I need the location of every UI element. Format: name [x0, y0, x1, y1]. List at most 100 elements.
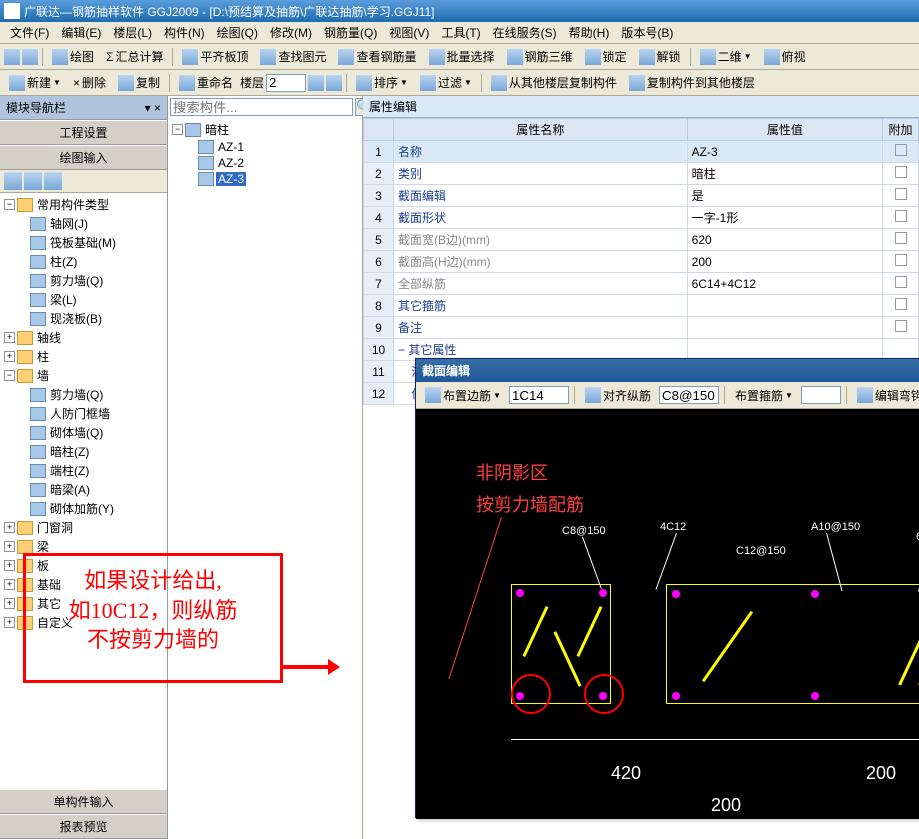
floor-up-icon[interactable]: [308, 75, 324, 91]
masonry-rebar-icon: [30, 502, 46, 516]
menu-draw[interactable]: 绘图(Q): [211, 24, 264, 41]
expand-toggle[interactable]: −: [4, 199, 15, 210]
report-section[interactable]: 报表预览: [0, 814, 167, 839]
attach-checkbox[interactable]: [895, 188, 907, 200]
find-button[interactable]: 查找图元: [255, 47, 331, 67]
copy-to-button[interactable]: 复制构件到其他楼层: [624, 73, 760, 93]
selected-component[interactable]: AZ-3: [216, 172, 246, 186]
leader-line: [826, 533, 842, 591]
summary-button[interactable]: Σ汇总计算: [101, 47, 168, 67]
expand-toggle[interactable]: +: [4, 579, 15, 590]
property-row[interactable]: 7全部纵筋6C14+4C12: [364, 273, 919, 295]
edit-hook-button[interactable]: 编辑弯钩: [852, 385, 919, 405]
expand-toggle[interactable]: +: [4, 617, 15, 628]
raft-icon: [30, 236, 46, 250]
col-attach: 附加: [883, 119, 919, 141]
expand-toggle[interactable]: +: [4, 332, 15, 343]
property-row[interactable]: 5截面宽(B边)(mm)620: [364, 229, 919, 251]
menu-online[interactable]: 在线服务(S): [487, 24, 563, 41]
red-leader: [448, 517, 501, 679]
attach-checkbox[interactable]: [895, 276, 907, 288]
column-icon: [185, 123, 201, 137]
component-type-tree[interactable]: −常用构件类型 轴网(J) 筏板基础(M) 柱(Z) 剪力墙(Q) 梁(L) 现…: [0, 193, 167, 789]
lock-button[interactable]: 锁定: [580, 47, 632, 67]
window-title: 广联达—钢筋抽样软件 GGJ2009 - [D:\预结算及抽筋\广联达抽筋\学习…: [24, 3, 435, 20]
copy-button[interactable]: 复制: [113, 73, 165, 93]
property-row[interactable]: 6截面高(H边)(mm)200: [364, 251, 919, 273]
menu-version[interactable]: 版本号(B): [615, 24, 679, 41]
delete-button[interactable]: ×删除: [68, 73, 111, 93]
menu-floor[interactable]: 楼层(L): [107, 24, 158, 41]
sort-button[interactable]: 排序▼: [351, 73, 413, 93]
undo-icon[interactable]: [4, 49, 20, 65]
tri-button[interactable]: 钢筋三维: [502, 47, 578, 67]
attach-checkbox[interactable]: [895, 232, 907, 244]
property-row[interactable]: 4截面形状一字-1形: [364, 207, 919, 229]
annotation-line3: 不按剪力墙的: [32, 625, 274, 655]
menu-help[interactable]: 帮助(H): [563, 24, 616, 41]
hoop-input[interactable]: [801, 386, 841, 404]
expand-toggle[interactable]: +: [4, 598, 15, 609]
attach-checkbox[interactable]: [895, 254, 907, 266]
flat-button[interactable]: 平齐板顶: [177, 47, 253, 67]
attach-checkbox[interactable]: [895, 166, 907, 178]
main-toolbar: 绘图 Σ汇总计算 平齐板顶 查找图元 查看钢筋量 批量选择 钢筋三维 锁定 解锁…: [0, 44, 919, 70]
expand-toggle[interactable]: +: [4, 522, 15, 533]
menu-file[interactable]: 文件(F): [4, 24, 55, 41]
annotation-line2: 如10C12，则纵筋: [32, 596, 274, 626]
expand-toggle[interactable]: −: [172, 124, 183, 135]
attach-checkbox[interactable]: [895, 144, 907, 156]
menu-component[interactable]: 构件(N): [158, 24, 211, 41]
2d-button[interactable]: 二维▼: [695, 47, 757, 67]
property-row[interactable]: 3截面编辑是: [364, 185, 919, 207]
property-row[interactable]: 2类别暗柱: [364, 163, 919, 185]
collapse-icon[interactable]: [24, 172, 42, 190]
item-icon: [198, 156, 214, 170]
hoop-button[interactable]: 布置箍筋▼: [730, 385, 798, 405]
tree-toolbar: [0, 170, 167, 193]
folder-icon: [17, 331, 33, 345]
rebar-dot: [599, 589, 607, 597]
side-view-button[interactable]: 俯视: [759, 47, 811, 67]
section-editor-title[interactable]: 截面编辑: [416, 359, 919, 382]
copy-from-button[interactable]: 从其他楼层复制构件: [486, 73, 622, 93]
property-row[interactable]: 8其它箍筋: [364, 295, 919, 317]
menu-view[interactable]: 视图(V): [383, 24, 435, 41]
menu-edit[interactable]: 编辑(E): [55, 24, 107, 41]
property-row[interactable]: 1名称AZ-3: [364, 141, 919, 163]
draw-input-section[interactable]: 绘图输入: [0, 145, 167, 170]
attach-checkbox[interactable]: [895, 298, 907, 310]
menu-tools[interactable]: 工具(T): [435, 24, 486, 41]
floor-down-icon[interactable]: [326, 75, 342, 91]
engineering-section[interactable]: 工程设置: [0, 120, 167, 145]
align-rebar-input[interactable]: [659, 386, 719, 404]
expand-icon[interactable]: [4, 172, 22, 190]
filter-icon[interactable]: [44, 172, 62, 190]
folder-icon: [17, 540, 33, 554]
menu-modify[interactable]: 修改(M): [264, 24, 318, 41]
edge-rebar-button[interactable]: 布置边筋▼: [420, 385, 506, 405]
single-input-section[interactable]: 单构件输入: [0, 789, 167, 814]
draw-button[interactable]: 绘图: [47, 47, 99, 67]
expand-toggle[interactable]: +: [4, 351, 15, 362]
expand-toggle[interactable]: +: [4, 541, 15, 552]
attach-checkbox[interactable]: [895, 320, 907, 332]
cad-canvas[interactable]: 非阴影区 按剪力墙配筋 C8@150 4C12 C12@150 A10@150 …: [416, 409, 919, 819]
menu-steel[interactable]: 钢筋量(Q): [318, 24, 383, 41]
new-button[interactable]: 新建▼: [4, 73, 66, 93]
expand-toggle[interactable]: +: [4, 560, 15, 571]
attach-checkbox[interactable]: [895, 210, 907, 222]
rename-button[interactable]: 重命名: [174, 73, 238, 93]
redo-icon[interactable]: [22, 49, 38, 65]
unlock-button[interactable]: 解锁: [634, 47, 686, 67]
property-row[interactable]: 9备注: [364, 317, 919, 339]
view-steel-button[interactable]: 查看钢筋量: [333, 47, 421, 67]
editor-toolbar: 布置边筋▼ 对齐纵筋 布置箍筋▼ 编辑弯钩 ×删除 标注▼: [416, 382, 919, 409]
align-rebar-button[interactable]: 对齐纵筋: [580, 385, 656, 405]
floor-input[interactable]: [266, 74, 306, 92]
expand-toggle[interactable]: −: [4, 370, 15, 381]
batch-button[interactable]: 批量选择: [424, 47, 500, 67]
filter-button[interactable]: 过滤▼: [415, 73, 477, 93]
edge-rebar-input[interactable]: [509, 386, 569, 404]
search-input[interactable]: [170, 98, 353, 116]
